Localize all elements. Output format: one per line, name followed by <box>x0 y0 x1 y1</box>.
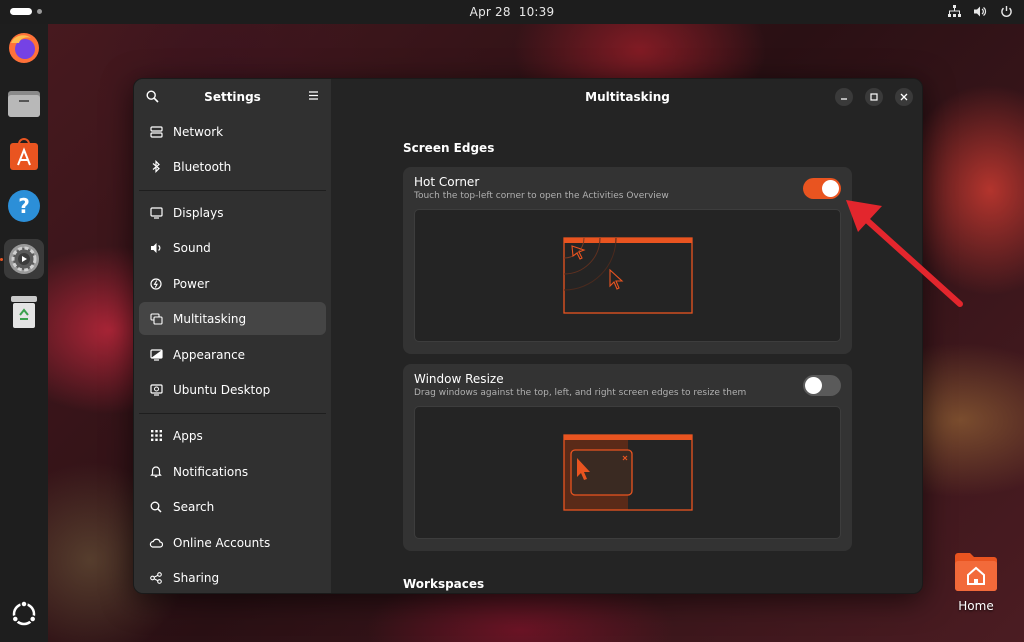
sidebar-divider <box>139 413 326 414</box>
clock-date: Apr 28 <box>469 5 511 19</box>
active-app-indicator <box>0 258 3 261</box>
sidebar-item-appearance[interactable]: Appearance <box>139 338 326 371</box>
clock-time: 10:39 <box>518 5 555 19</box>
desktop-home-folder[interactable]: Home <box>948 550 1004 613</box>
search-icon <box>149 500 163 514</box>
window-resize-card: Window Resize Drag windows against the t… <box>403 364 852 551</box>
maximize-button[interactable] <box>865 88 883 106</box>
maximize-icon <box>870 93 878 101</box>
sidebar-item-network[interactable]: Network <box>139 115 326 148</box>
main-header: Multitasking <box>331 79 922 115</box>
hot-corner-illustration <box>563 237 693 314</box>
top-bar: Apr 28 10:39 <box>0 0 1024 24</box>
sidebar-item-label: Notifications <box>173 464 249 479</box>
dock: ? <box>0 24 48 642</box>
sidebar-divider <box>139 190 326 191</box>
sidebar-item-label: Power <box>173 276 210 291</box>
sidebar-item-sharing[interactable]: Sharing <box>139 561 326 593</box>
sidebar-item-label: Displays <box>173 205 224 220</box>
sidebar-item-label: Sharing <box>173 570 220 585</box>
window-resize-description: Drag windows against the top, left, and … <box>414 388 747 398</box>
window-resize-illustration <box>563 434 693 511</box>
hot-corner-description: Touch the top-left corner to open the Ac… <box>414 191 669 201</box>
sidebar-item-notifications[interactable]: Notifications <box>139 455 326 488</box>
files-icon[interactable] <box>4 83 44 123</box>
settings-main-panel: Multitasking Screen Edges Hot Corner Tou… <box>331 79 922 593</box>
sidebar-item-label: Ubuntu Desktop <box>173 382 271 397</box>
ubuntu-desktop-icon <box>149 383 163 397</box>
sidebar-item-label: Apps <box>173 428 203 443</box>
window-resize-title: Window Resize <box>414 372 504 386</box>
bell-icon <box>149 465 163 479</box>
sidebar-item-label: Appearance <box>173 347 246 362</box>
ubuntu-logo-icon[interactable] <box>4 594 44 634</box>
speaker-icon <box>149 241 163 255</box>
trash-icon[interactable] <box>4 292 44 332</box>
sidebar-header: Settings <box>134 79 331 115</box>
cloud-icon <box>149 536 163 550</box>
settings-sidebar: Settings Network Bluetooth Displays Soun… <box>134 79 331 593</box>
sidebar-item-displays[interactable]: Displays <box>139 196 326 229</box>
system-tray[interactable] <box>946 3 1014 19</box>
sidebar-item-label: Online Accounts <box>173 535 271 550</box>
sidebar-item-bluetooth[interactable]: Bluetooth <box>139 150 326 183</box>
sidebar-item-multitasking[interactable]: Multitasking <box>139 302 326 335</box>
appearance-icon <box>149 348 163 362</box>
hot-corner-title: Hot Corner <box>414 175 480 189</box>
volume-icon[interactable] <box>972 3 988 19</box>
workspace-dot <box>37 9 42 14</box>
settings-window: Settings Network Bluetooth Displays Soun… <box>133 78 923 594</box>
section-title-workspaces: Workspaces <box>403 577 485 591</box>
minimize-icon <box>841 98 847 100</box>
power-icon[interactable] <box>998 3 1014 19</box>
search-icon[interactable] <box>146 90 159 106</box>
network-wired-icon <box>149 125 163 139</box>
hot-corner-toggle[interactable] <box>803 178 841 199</box>
firefox-icon[interactable] <box>4 28 44 68</box>
sidebar-item-sound[interactable]: Sound <box>139 231 326 264</box>
power-icon <box>149 277 163 291</box>
sidebar-item-label: Search <box>173 499 215 514</box>
sidebar-item-label: Sound <box>173 240 211 255</box>
sidebar-item-label: Bluetooth <box>173 159 232 174</box>
apps-grid-icon <box>149 429 163 443</box>
sidebar-item-label: Multitasking <box>173 311 247 326</box>
window-resize-preview <box>414 406 841 539</box>
sidebar-item-ubuntu-desktop[interactable]: Ubuntu Desktop <box>139 373 326 406</box>
page-title: Multitasking <box>585 90 670 104</box>
minimize-button[interactable] <box>835 88 853 106</box>
svg-text:?: ? <box>18 194 30 218</box>
close-button[interactable] <box>895 88 913 106</box>
share-icon <box>149 571 163 585</box>
network-icon[interactable] <box>946 3 962 19</box>
home-label: Home <box>958 599 994 613</box>
activities-indicator[interactable] <box>10 8 32 15</box>
section-title-screen-edges: Screen Edges <box>403 141 495 155</box>
toggle-knob <box>805 377 822 394</box>
display-icon <box>149 206 163 220</box>
help-icon[interactable]: ? <box>4 186 44 226</box>
app-center-icon[interactable] <box>4 134 44 174</box>
sidebar-item-online-accounts[interactable]: Online Accounts <box>139 526 326 559</box>
sidebar-item-apps[interactable]: Apps <box>139 419 326 452</box>
sidebar-title: Settings <box>204 90 261 104</box>
clock[interactable]: Apr 28 10:39 <box>470 5 555 19</box>
toggle-knob <box>822 180 839 197</box>
hamburger-menu-icon[interactable] <box>308 90 319 104</box>
settings-icon[interactable] <box>4 239 44 279</box>
bluetooth-icon <box>149 160 163 174</box>
window-resize-toggle[interactable] <box>803 375 841 396</box>
multitasking-icon <box>149 312 163 326</box>
close-icon <box>900 93 908 101</box>
sidebar-item-search[interactable]: Search <box>139 490 326 523</box>
home-folder-icon <box>955 553 997 591</box>
hot-corner-card: Hot Corner Touch the top-left corner to … <box>403 167 852 354</box>
sidebar-item-label: Network <box>173 124 224 139</box>
hot-corner-preview <box>414 209 841 342</box>
annotation-arrow-icon <box>846 200 963 307</box>
sidebar-item-power[interactable]: Power <box>139 267 326 300</box>
